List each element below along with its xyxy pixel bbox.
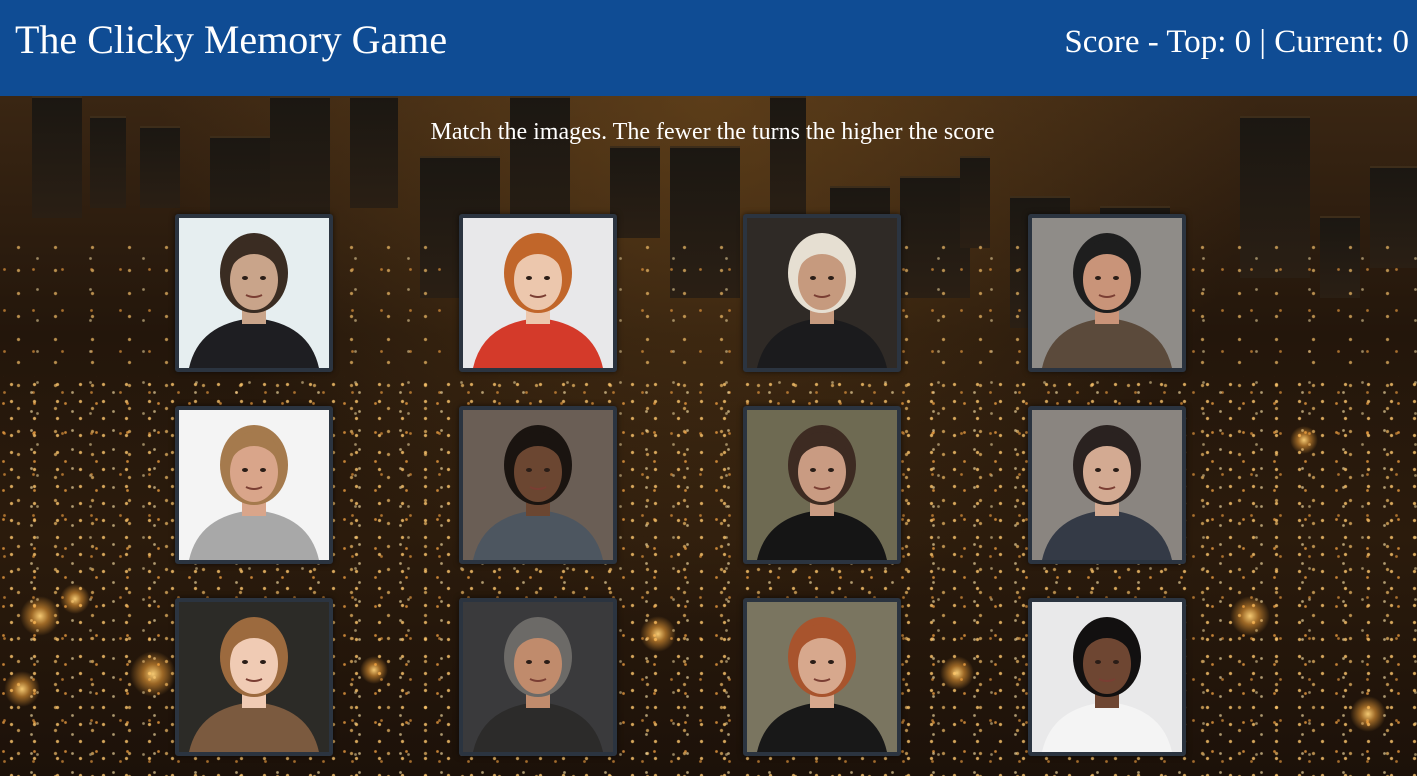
memory-card[interactable] [743,598,901,756]
memory-card[interactable] [1028,598,1186,756]
portrait-woman-wine-glass-icon [747,602,897,752]
memory-card[interactable] [459,598,617,756]
memory-card[interactable] [175,598,333,756]
portrait-man-fite-club-shirt-icon [179,410,329,560]
memory-card[interactable] [175,406,333,564]
memory-card[interactable] [1028,214,1186,372]
memory-card[interactable] [743,406,901,564]
memory-card[interactable] [459,214,617,372]
portrait-man-doorway-icon [1032,410,1182,560]
portrait-girl-long-hair-icon [179,602,329,752]
portrait-older-man-white-hair-icon [747,218,897,368]
portrait-man-dark-suit-crouching-icon [179,218,329,368]
portrait-woman-black-hair-icon [1032,602,1182,752]
score-display: Score - Top: 0 | Current: 0 [1064,20,1409,64]
portrait-woman-red-hair-icon [463,218,613,368]
instructions-text: Match the images. The fewer the turns th… [430,119,995,145]
score-text: Score - Top: 0 | Current: 0 [1064,24,1409,60]
memory-card[interactable] [743,214,901,372]
portrait-man-hoodie-headphones-icon [463,410,613,560]
portrait-woman-sunglasses-icon [747,410,897,560]
navbar: The Clicky Memory Game Score - Top: 0 | … [0,0,1417,96]
memory-card[interactable] [459,406,617,564]
memory-card[interactable] [175,214,333,372]
game-title: The Clicky Memory Game [15,17,448,62]
memory-card[interactable] [1028,406,1186,564]
portrait-man-smiling-gray-hair-icon [463,602,613,752]
portrait-man-beanie-phone-icon [1032,218,1182,368]
